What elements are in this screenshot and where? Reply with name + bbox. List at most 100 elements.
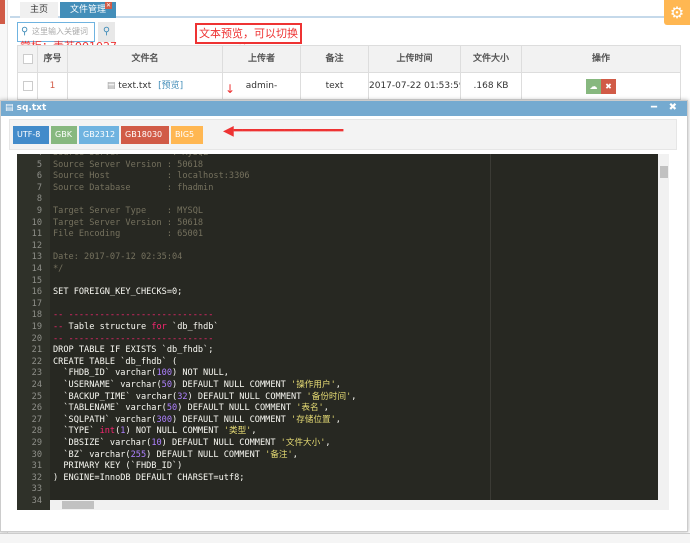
code-line: `BACKUP_TIME` varchar(32) DEFAULT NULL C… xyxy=(53,391,357,402)
code-line: `DBSIZE` varchar(10) DEFAULT NULL COMMEN… xyxy=(53,438,331,448)
code-editor[interactable]: 4Source Server : MySQL5Source Server Ver… xyxy=(17,154,658,510)
dialog-title-bar[interactable]: ▤ sq.txt xyxy=(1,101,687,116)
line-number: 17 xyxy=(31,298,42,309)
encoding-button-big5[interactable]: BIG5 xyxy=(171,126,203,144)
code-line: Source Host : localhost:3306 xyxy=(53,171,250,182)
line-number: 24 xyxy=(31,380,42,390)
code-line: `TABLENAME` varchar(50) DEFAULT NULL COM… xyxy=(53,403,329,414)
col-header: 备注 xyxy=(300,45,369,73)
vertical-scrollbar[interactable] xyxy=(658,154,669,510)
annotation-arrow-left: ◀━━━━━━━━━━━━━ xyxy=(223,123,344,139)
code-line: `TYPE` int(1) NOT NULL COMMENT '类型', xyxy=(53,426,257,437)
line-number: 30 xyxy=(31,449,42,460)
window-icon: ▤ xyxy=(5,103,14,113)
download-icon[interactable]: ☁ xyxy=(586,78,601,94)
line-number: 10 xyxy=(31,217,42,228)
preview-link[interactable]: [预览] xyxy=(158,81,183,91)
line-number: 9 xyxy=(36,206,42,216)
line-number: 13 xyxy=(31,252,42,263)
line-number: 11 xyxy=(31,229,42,240)
tab-bar: 主页 文件管理 ✕ xyxy=(10,0,690,18)
dialog-title: sq.txt xyxy=(16,103,47,113)
code-line: ) ENGINE=InnoDB DEFAULT CHARSET=utf8; xyxy=(53,472,245,483)
code-line: -- Table structure for `db_fhdb` xyxy=(53,322,219,332)
code-line: */ xyxy=(53,264,64,274)
code-line: -- ---------------------------- xyxy=(53,310,214,321)
gear-icon[interactable]: ⚙ xyxy=(664,0,690,25)
line-number: 5 xyxy=(36,159,42,170)
horizontal-scrollbar[interactable] xyxy=(50,500,658,510)
code-line: `BZ` varchar(255) DEFAULT NULL COMMENT '… xyxy=(53,449,298,460)
file-icon: ▤ xyxy=(106,81,116,91)
col-header: 上传时间 xyxy=(368,45,461,73)
line-number: 28 xyxy=(31,426,42,437)
row-index: 1 xyxy=(37,72,68,100)
col-header: 文件名 xyxy=(67,45,223,73)
line-number: 32 xyxy=(31,472,42,483)
encoding-button-gb18030[interactable]: GB18030 xyxy=(121,126,169,144)
code-line: -- ---------------------------- xyxy=(53,333,214,344)
search-icon: ⚲ xyxy=(21,26,29,37)
line-number: 8 xyxy=(36,194,42,205)
code-line: Target Server Version : 50618 xyxy=(53,217,204,228)
delete-icon[interactable]: ✖ xyxy=(601,78,616,94)
code-line: Source Database : fhadmin xyxy=(53,182,214,193)
col-header: 序号 xyxy=(37,45,68,73)
line-number: 34 xyxy=(31,496,42,506)
line-number: 18 xyxy=(31,310,42,321)
col-header: 操作 xyxy=(521,45,681,73)
horizontal-scroll-thumb[interactable] xyxy=(62,501,94,509)
line-number: 23 xyxy=(31,368,42,379)
code-line: SET FOREIGN_KEY_CHECKS=0; xyxy=(53,287,183,298)
vertical-scroll-thumb[interactable] xyxy=(660,166,668,178)
code-line: Target Server Type : MYSQL xyxy=(53,206,204,216)
line-number: 7 xyxy=(36,182,42,193)
print-margin xyxy=(490,154,491,510)
encoding-button-utf-8[interactable]: UTF-8 xyxy=(13,126,49,144)
code-line: `USERNAME` varchar(50) DEFAULT NULL COMM… xyxy=(53,380,341,390)
filename-text: text.txt xyxy=(118,81,152,91)
line-number: 14 xyxy=(31,264,42,274)
row-size: .168 KB xyxy=(460,72,522,100)
close-icon[interactable]: ✖ xyxy=(669,101,677,115)
minimize-icon[interactable]: ━ xyxy=(651,101,657,115)
line-number: 25 xyxy=(31,391,42,402)
file-table: 序号 文件名 上传者 备注 上传时间 文件大小 操作 1 ▤ text.txt … xyxy=(17,45,681,100)
line-number: 15 xyxy=(31,275,42,286)
line-number: 22 xyxy=(31,356,42,367)
row-actions: ☁ ✖ xyxy=(521,72,681,100)
col-header: 上传者 xyxy=(222,45,301,73)
row-remark: text xyxy=(300,72,369,100)
row-filename: ▤ text.txt [预览] xyxy=(67,72,223,100)
annotation-arrow-down: ↓ xyxy=(225,82,236,96)
code-line: `FHDB_ID` varchar(100) NOT NULL, xyxy=(53,368,229,379)
row-checkbox[interactable] xyxy=(17,72,38,100)
line-number: 26 xyxy=(31,403,42,414)
col-header: 文件大小 xyxy=(460,45,522,73)
row-time: 2017-07-22 01:53:59 xyxy=(368,72,461,100)
line-number: 21 xyxy=(31,345,42,356)
encoding-button-gb2312[interactable]: GB2312 xyxy=(79,126,119,144)
select-all-checkbox[interactable] xyxy=(17,45,38,73)
line-number: 12 xyxy=(31,240,42,251)
code-line: `SQLPATH` varchar(300) DEFAULT NULL COMM… xyxy=(53,414,341,425)
encoding-button-gbk[interactable]: GBK xyxy=(51,126,77,144)
code-line: Date: 2017-07-12 02:35:04 xyxy=(53,252,183,263)
code-line: DROP TABLE IF EXISTS `db_fhdb`; xyxy=(53,345,214,356)
line-number: 27 xyxy=(31,414,42,425)
sidebar-accent xyxy=(0,0,5,24)
close-tab-icon[interactable]: ✕ xyxy=(105,2,112,9)
line-number: 6 xyxy=(36,171,42,182)
line-number: 20 xyxy=(31,333,42,344)
code-line: Source Server Version : 50618 xyxy=(53,159,204,170)
code-line: PRIMARY KEY (`FHDB_ID`) xyxy=(53,461,183,472)
line-number: 33 xyxy=(31,484,42,495)
line-number: 29 xyxy=(31,438,42,448)
line-number: 31 xyxy=(31,461,42,472)
code-line: File Encoding : 65001 xyxy=(53,229,204,240)
bottom-bar xyxy=(0,533,690,543)
tab-home[interactable]: 主页 xyxy=(20,2,59,18)
table-header: 序号 文件名 上传者 备注 上传时间 文件大小 操作 xyxy=(17,45,681,73)
line-number: 19 xyxy=(31,322,42,332)
table-row: 1 ▤ text.txt [预览] admin- text 2017-07-22… xyxy=(17,72,681,100)
